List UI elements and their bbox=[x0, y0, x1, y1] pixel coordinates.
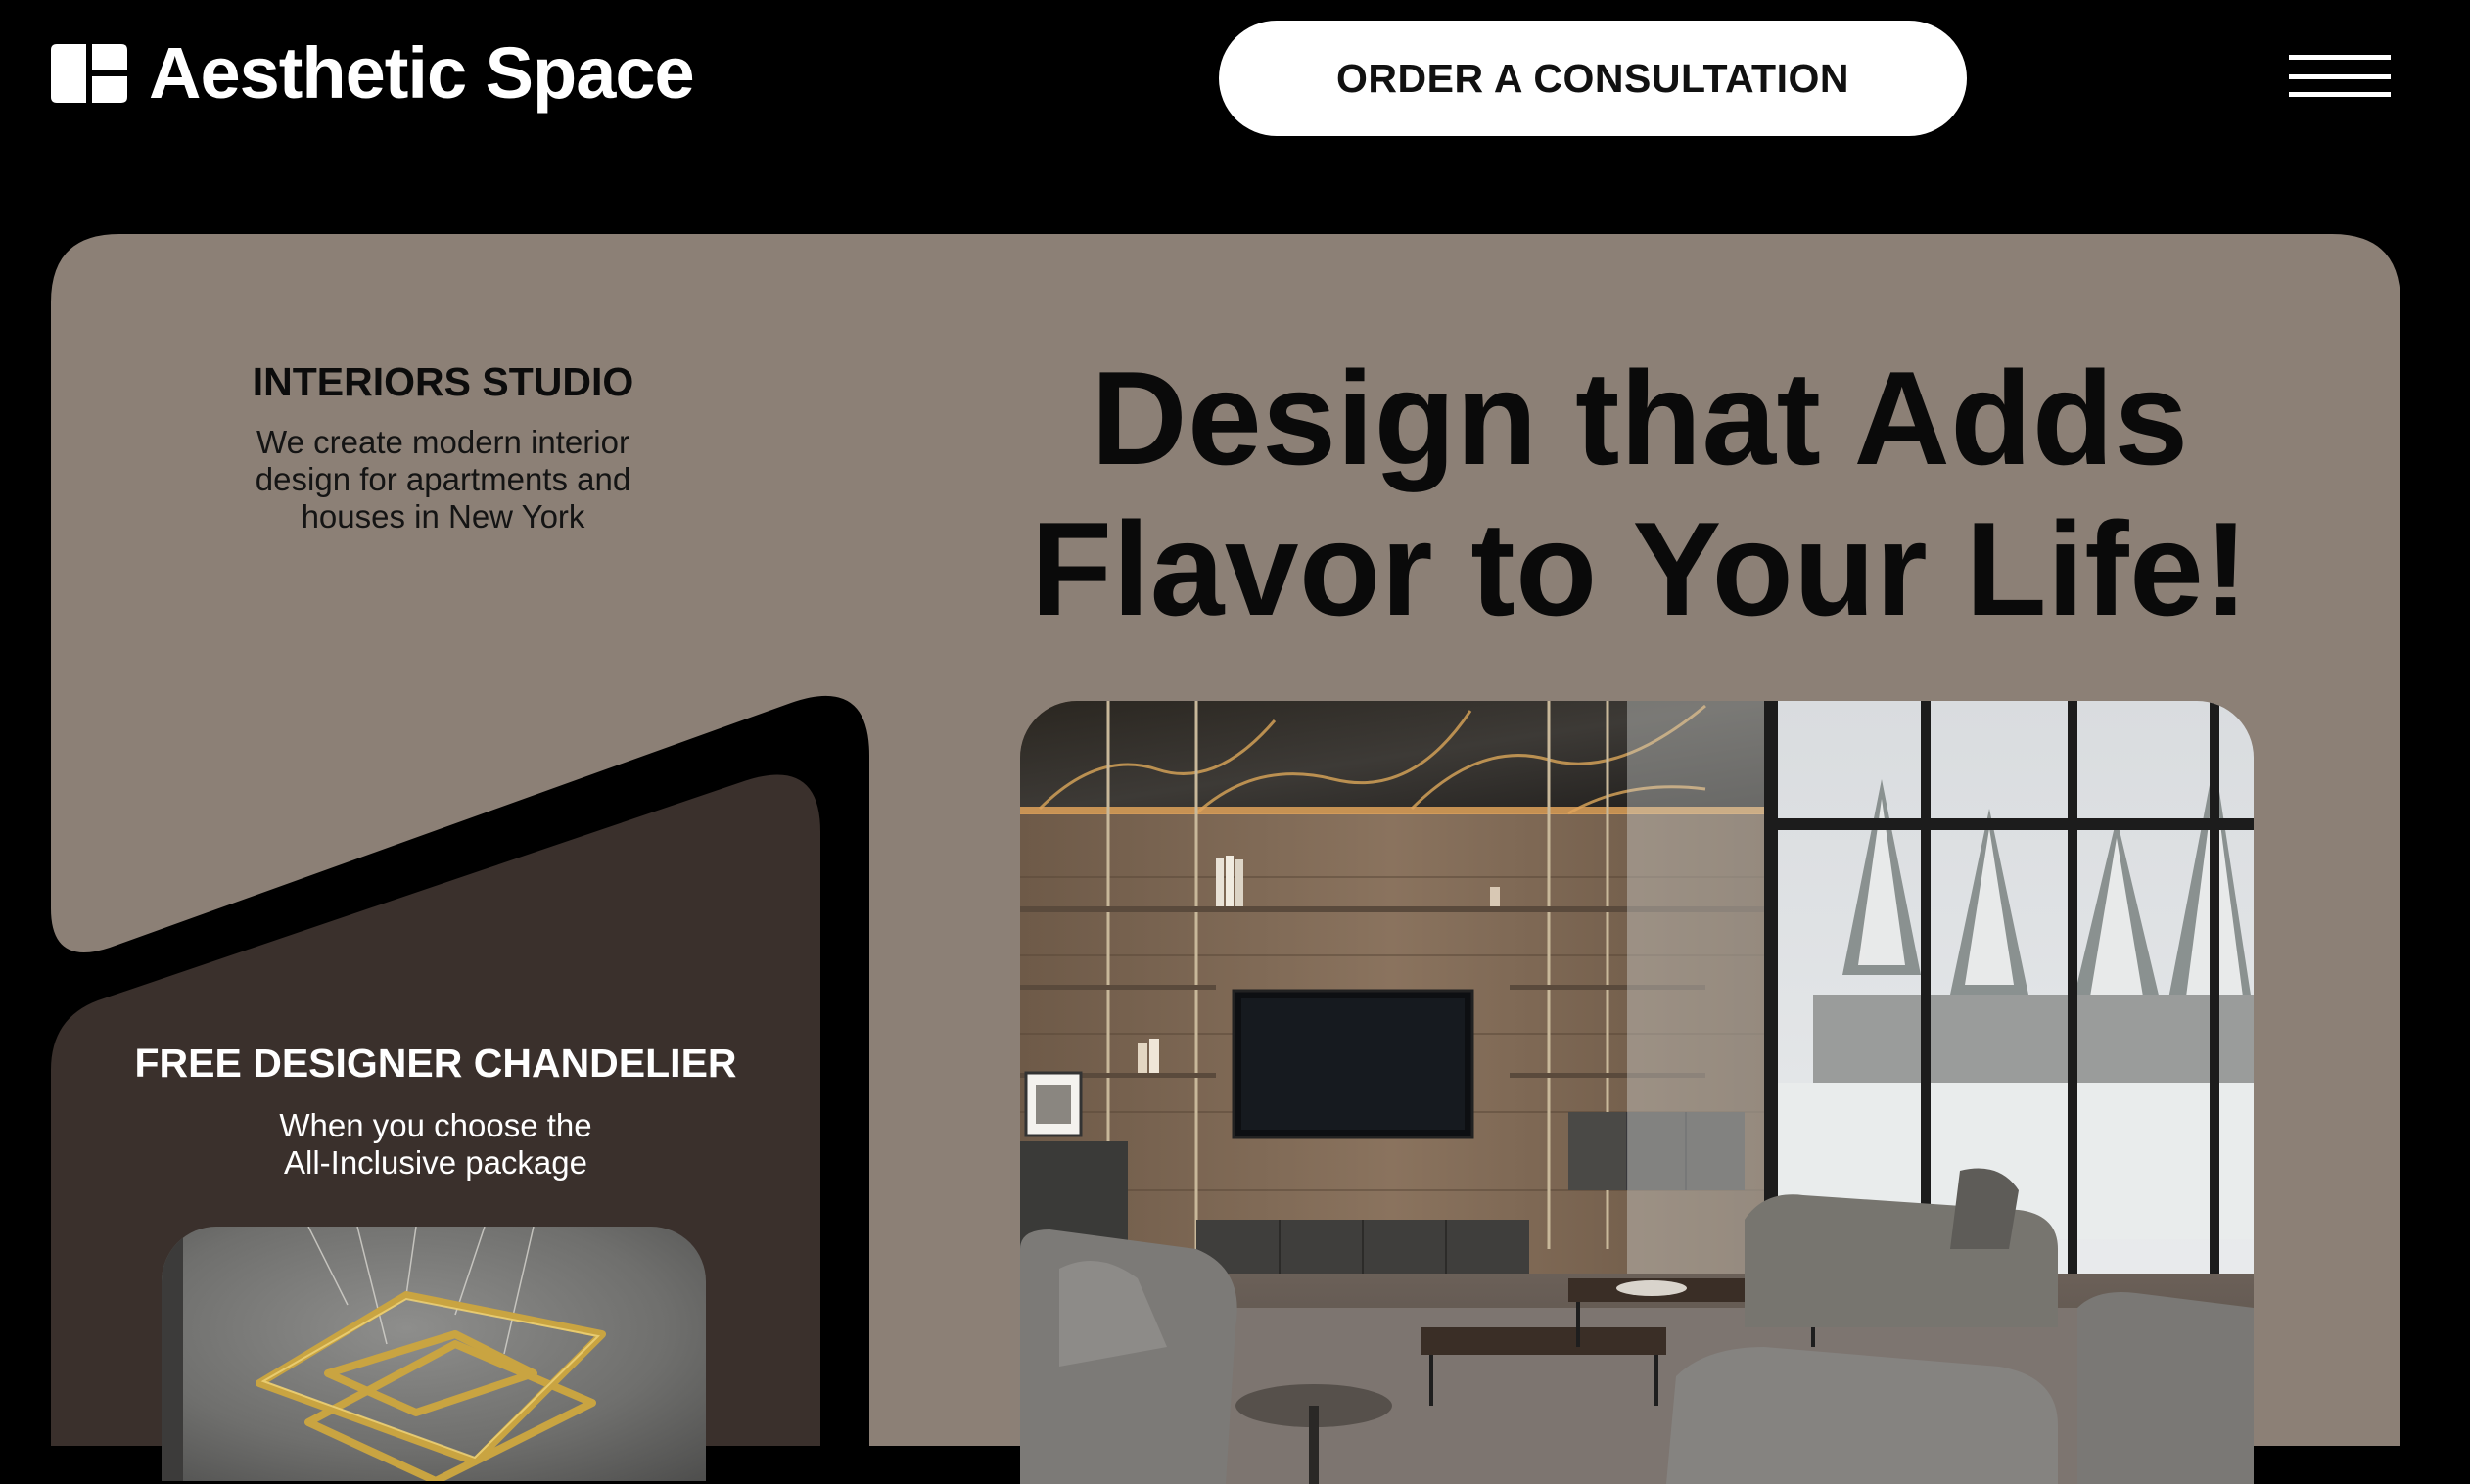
hero-headline-line: Design that Adds bbox=[1091, 344, 2189, 492]
promo-description-line: All-Inclusive package bbox=[284, 1144, 587, 1182]
hero-headline: Design that Adds Flavor to Your Life! bbox=[1008, 343, 2271, 644]
living-room-photo bbox=[1020, 701, 2254, 1484]
hero-headline-line: Flavor to Your Life! bbox=[1030, 494, 2250, 643]
studio-description: We create modern interior design for apa… bbox=[196, 424, 690, 535]
studio-intro: INTERIORS STUDIO We create modern interi… bbox=[196, 359, 690, 535]
studio-description-line: design for apartments and bbox=[255, 461, 631, 498]
promo-description-line: When you choose the bbox=[279, 1107, 592, 1144]
promo-title: FREE DESIGNER CHANDELIER bbox=[134, 1041, 737, 1086]
studio-title: INTERIORS STUDIO bbox=[252, 359, 634, 404]
studio-description-line: houses in New York bbox=[301, 498, 585, 535]
studio-description-line: We create modern interior bbox=[256, 424, 629, 461]
chandelier-photo bbox=[162, 1227, 706, 1481]
chandelier-promo[interactable]: FREE DESIGNER CHANDELIER When you choose… bbox=[108, 1041, 764, 1182]
promo-description: When you choose the All-Inclusive packag… bbox=[108, 1107, 764, 1182]
